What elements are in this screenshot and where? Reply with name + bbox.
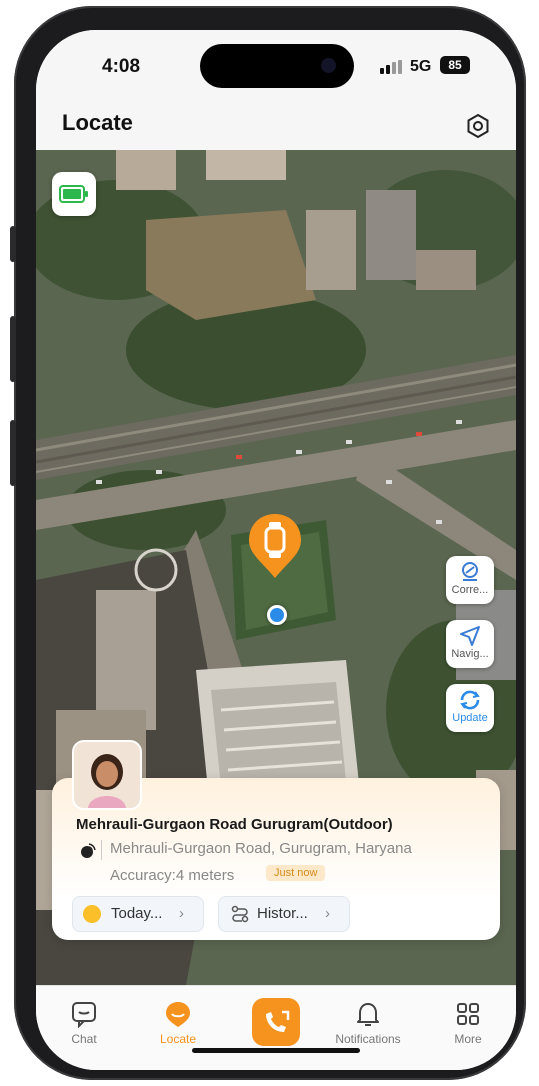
route-history-icon [231,905,249,923]
navigation-button[interactable]: Navig... [446,620,494,668]
update-label: Update [452,712,488,724]
tab-chat[interactable]: Chat [44,1000,124,1046]
battery-icon: 85 [440,56,470,74]
tab-more[interactable]: More [428,1000,508,1046]
location-pin-icon [78,842,96,865]
refresh-icon [460,690,480,710]
chat-icon [72,1002,96,1028]
history-chip[interactable]: Histor... › [218,896,350,932]
device-battery-badge [52,172,96,216]
tab-locate-label: Locate [159,1032,197,1046]
location-address: Mehrauli-Gurgaon Road, Gurugram, Haryana [110,840,412,857]
chevron-right-icon: › [325,905,330,922]
screen: 4:08 5G 85 Locate Corre... Navig... Upda… [36,30,516,1070]
bell-icon [357,1003,379,1026]
page-header: Locate [36,100,516,150]
current-position-dot [267,605,287,625]
status-time: 4:08 [102,56,141,77]
location-title: Mehrauli-Gurgaon Road Gurugram(Outdoor) [76,816,393,833]
today-label: Today... [111,905,163,922]
update-button[interactable]: Update [446,684,494,732]
address-divider [101,840,102,860]
tab-bar: Chat Locate Notifications More [36,985,516,1070]
page-title: Locate [62,110,133,135]
navigation-arrow-icon [460,626,480,646]
today-chip[interactable]: Today... › [72,896,204,932]
correct-location-button[interactable]: Corre... [446,556,494,604]
tab-video-call[interactable] [236,998,316,1046]
video-call-icon [252,998,300,1046]
correct-location-icon [462,562,478,581]
tab-chat-label: Chat [71,1032,97,1046]
tab-more-label: More [454,1032,482,1046]
action-button [10,226,16,262]
signal-icon [380,60,404,79]
tab-notifications[interactable]: Notifications [328,1000,408,1046]
locate-icon [166,1002,190,1027]
updated-badge: Just now [266,865,326,881]
volume-down-button [10,420,16,486]
correct-location-label: Corre... [451,584,489,596]
watch-location-marker[interactable] [246,512,304,582]
history-label: Histor... [257,905,308,922]
navigation-label: Navig... [451,648,489,660]
dynamic-island [200,44,354,88]
network-type: 5G [410,58,432,75]
location-accuracy: Accuracy:4 meters [110,867,235,884]
status-bar: 4:08 5G 85 [36,30,516,100]
grid-icon [457,1003,479,1025]
emoji-face-icon [83,905,101,923]
chevron-right-icon: › [179,905,184,922]
tab-notifications-label: Notifications [335,1032,401,1046]
settings-hexagon-icon[interactable] [464,112,492,140]
home-indicator[interactable] [192,1048,360,1053]
child-avatar[interactable] [72,740,142,810]
volume-up-button [10,316,16,382]
tab-locate[interactable]: Locate [138,1000,218,1046]
